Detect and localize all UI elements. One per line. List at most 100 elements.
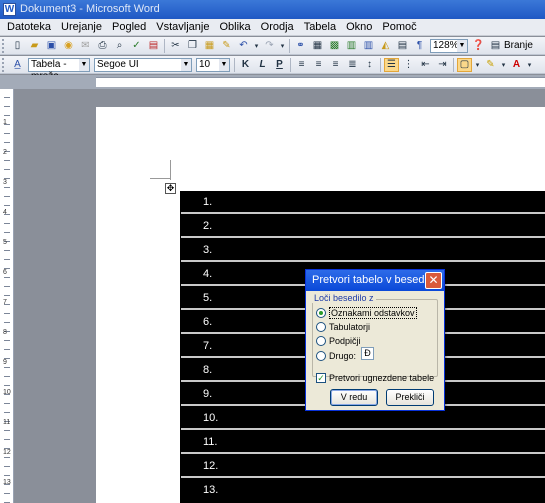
format-painter-icon[interactable]: ✎ [219,39,234,53]
menu-okno[interactable]: Okno [341,21,377,33]
document-map-icon[interactable]: ▤ [395,39,410,53]
toolbar-grip[interactable] [2,57,6,72]
cancel-button[interactable]: Prekliči [386,389,434,406]
increase-indent-icon[interactable]: ⇥ [435,58,450,72]
chevron-down-icon[interactable]: ▼ [219,58,229,71]
ruler-number: 6 [3,269,7,276]
highlight-dropdown-icon[interactable]: ▾ [500,58,507,72]
align-center-icon[interactable]: ≡ [311,58,326,72]
toolbar-separator [289,38,290,53]
font-size-combo[interactable]: 10 ▼ [196,57,230,72]
dialog-title: Pretvori tabelo v besedilo [312,274,436,286]
insert-table-icon[interactable]: ▩ [327,39,342,53]
styles-formatting-icon[interactable]: A̲ [10,58,25,72]
horizontal-ruler[interactable] [0,75,545,89]
font-value: Segoe UI [97,58,139,70]
table-row[interactable]: 13. [181,479,545,502]
chevron-down-icon[interactable]: ▼ [79,58,89,71]
font-combo[interactable]: Segoe UI ▼ [94,57,192,72]
table-row[interactable]: 11. [181,431,545,454]
toolbar-separator [234,57,235,72]
borders-icon[interactable]: ▢ [457,57,472,72]
menu-pogled[interactable]: Pogled [107,21,151,33]
show-hide-icon[interactable]: ¶ [412,39,427,53]
menu-orodja[interactable]: Orodja [256,21,299,33]
vertical-ruler[interactable]: 1 2 3 4 5 6 7 8 9 10 11 12 13 [0,89,14,503]
option-semicolons[interactable]: Podpičji [316,336,361,346]
table-row[interactable]: 3. [181,239,545,262]
menu-datoteka[interactable]: Datoteka [2,21,56,33]
redo-dropdown-icon[interactable]: ▾ [279,39,286,53]
table-row[interactable]: 2. [181,215,545,238]
bullets-icon[interactable]: ⋮ [401,58,416,72]
read-button[interactable]: Branje [504,40,533,51]
drawing-icon[interactable]: ◭ [378,39,393,53]
redo-icon[interactable]: ↷ [262,39,277,53]
spelling-icon[interactable]: ✓ [129,39,144,53]
cut-icon[interactable]: ✂ [168,39,183,53]
read-icon[interactable]: ▤ [488,39,503,53]
open-folder-icon[interactable]: ▰ [27,39,42,53]
chevron-down-icon[interactable]: ▼ [457,39,467,52]
numbering-icon[interactable]: ☰ [384,57,399,72]
undo-icon[interactable]: ↶ [236,39,251,53]
highlight-icon[interactable]: ✎ [483,58,498,72]
other-separator-input[interactable]: Đ [361,347,374,360]
option-paragraph-marks[interactable]: Oznakami odstavkov [316,307,417,319]
window-title: Dokument3 - Microsoft Word [20,3,160,15]
font-color-icon[interactable]: A [509,58,524,72]
tables-borders-icon[interactable]: ▦ [310,39,325,53]
menu-tabela[interactable]: Tabela [299,21,341,33]
permission-icon[interactable]: ◉ [61,39,76,53]
radio-button[interactable] [316,336,326,346]
zoom-combo[interactable]: 128% ▼ [430,38,468,53]
style-combo[interactable]: Tabela - mreža ▼ [28,57,90,82]
menu-oblika[interactable]: Oblika [214,21,255,33]
ok-button[interactable]: V redu [330,389,378,406]
checkbox-check-icon[interactable]: ✓ [316,373,326,383]
table-row[interactable]: 12. [181,455,545,478]
hyperlink-icon[interactable]: ⚭ [293,39,308,53]
table-move-handle-icon[interactable]: ✥ [165,183,176,194]
copy-icon[interactable]: ❐ [185,39,200,53]
help-icon[interactable]: ❓ [471,39,486,53]
paste-icon[interactable]: ▦ [202,39,217,53]
close-icon[interactable]: ✕ [425,272,442,289]
font-color-dropdown-icon[interactable]: ▾ [526,58,533,72]
word-app-icon[interactable]: W [3,3,16,16]
menu-urejanje[interactable]: Urejanje [56,21,107,33]
radio-button[interactable] [316,308,326,318]
ruler-number: 3 [3,179,7,186]
research-icon[interactable]: ▤ [146,39,161,53]
formatting-toolbar: A̲ Tabela - mreža ▼ Segoe UI ▼ 10 ▼ K L … [0,56,545,82]
table-row[interactable]: 1. [181,191,545,214]
borders-dropdown-icon[interactable]: ▾ [474,58,481,72]
dialog-title-bar[interactable]: Pretvori tabelo v besedilo ✕ [306,270,444,291]
print-icon[interactable]: ⎙ [95,39,110,53]
italic-icon[interactable]: L [255,58,270,72]
columns-icon[interactable]: ▥ [361,39,376,53]
justify-icon[interactable]: ≣ [345,58,360,72]
new-document-icon[interactable]: ▯ [10,39,25,53]
decrease-indent-icon[interactable]: ⇤ [418,58,433,72]
save-icon[interactable]: ▣ [44,39,59,53]
convert-nested-tables-checkbox[interactable]: ✓ Pretvori ugnezdene tabele [316,373,434,383]
menu-vstavljanje[interactable]: Vstavljanje [151,21,214,33]
undo-dropdown-icon[interactable]: ▾ [253,39,260,53]
align-right-icon[interactable]: ≡ [328,58,343,72]
radio-button[interactable] [316,322,326,332]
bold-icon[interactable]: K [238,58,253,72]
underline-icon[interactable]: P [272,58,287,72]
menu-pomoc[interactable]: Pomoč [377,21,421,33]
insert-excel-icon[interactable]: ▥ [344,39,359,53]
chevron-down-icon[interactable]: ▼ [181,58,191,71]
print-preview-icon[interactable]: ⌕ [112,39,127,53]
ruler-page-area [96,77,545,87]
email-icon[interactable]: ✉ [78,39,93,53]
toolbar-grip[interactable] [2,38,6,53]
option-other[interactable]: Drugo: [316,351,356,361]
option-tabs[interactable]: Tabulatorji [316,322,370,332]
line-spacing-icon[interactable]: ↕ [362,58,377,72]
align-left-icon[interactable]: ≡ [294,58,309,72]
radio-button[interactable] [316,351,326,361]
